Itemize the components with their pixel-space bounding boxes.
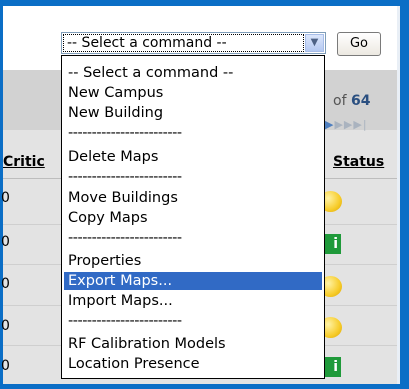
row-value: 0 [1,358,10,374]
option-properties[interactable]: Properties [64,252,322,270]
chevron-down-icon[interactable]: ▼ [305,34,324,52]
row-value: 0 [1,190,10,206]
page-total: 64 [350,93,371,109]
command-select[interactable]: -- Select a command -- ▼ [61,32,326,54]
option-separator[interactable]: ------------------------ [64,312,322,330]
command-dropdown-list: -- Select a command -- New Campus New Bu… [61,55,325,379]
option-new-campus[interactable]: New Campus [64,84,322,102]
option-move-buildings[interactable]: Move Buildings [64,189,322,207]
column-header-critical[interactable]: Critic [3,154,45,170]
last-page-icon[interactable]: ▶| [353,118,367,131]
option-separator[interactable]: ------------------------ [64,229,322,247]
go-button[interactable]: Go [337,32,381,56]
option-separator[interactable]: ------------------------ [64,168,322,186]
option-import-maps[interactable]: Import Maps... [64,292,322,310]
command-select-value: -- Select a command -- [63,34,304,52]
frame-right-border [400,0,409,389]
page-indicator: of 64 [333,93,370,109]
page-of-label: of [333,93,347,109]
row-value: 0 [1,318,10,334]
frame-top-border [0,0,409,6]
row-value: 0 [1,276,10,292]
option-delete-maps[interactable]: Delete Maps [64,148,322,166]
column-header-status[interactable]: Status [333,154,384,170]
option-export-maps[interactable]: Export Maps... [64,272,322,290]
row-value: 0 [1,234,10,250]
frame-bottom-border [0,384,409,389]
option-location-presence[interactable]: Location Presence [64,355,322,373]
option-new-building[interactable]: New Building [64,104,322,122]
pager-arrows[interactable]: ▶▶▶▶| [325,118,368,131]
option-rf-calibration-models[interactable]: RF Calibration Models [64,335,322,353]
next-block-icon[interactable]: ▶▶ [334,118,353,131]
option-separator[interactable]: ------------------------ [64,124,322,142]
option-select-command[interactable]: -- Select a command -- [64,64,322,82]
option-copy-maps[interactable]: Copy Maps [64,209,322,227]
